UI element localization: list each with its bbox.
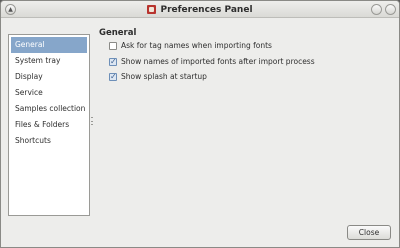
preferences-window: ▲ Preferences Panel General System tray … <box>0 0 400 248</box>
sidebar-item-shortcuts[interactable]: Shortcuts <box>11 133 87 149</box>
close-button[interactable]: Close <box>347 225 391 240</box>
app-icon <box>147 5 157 14</box>
category-list: General System tray Display Service Samp… <box>8 34 90 216</box>
grip-dot <box>91 124 93 125</box>
window-title: Preferences Panel <box>160 4 253 15</box>
minimize-button[interactable] <box>371 4 382 15</box>
title-bar: ▲ Preferences Panel <box>1 1 399 18</box>
sidebar-item-samples-collection[interactable]: Samples collection <box>11 101 87 117</box>
sidebar-item-system-tray[interactable]: System tray <box>11 53 87 69</box>
section-title: General <box>99 28 137 38</box>
sidebar-item-general[interactable]: General <box>11 37 87 53</box>
option-show-imported-names[interactable]: Show names of imported fonts after impor… <box>109 57 315 66</box>
maximize-button[interactable] <box>385 4 396 15</box>
checkbox[interactable] <box>109 57 117 66</box>
option-label: Show names of imported fonts after impor… <box>121 57 315 66</box>
checkbox[interactable] <box>109 72 117 81</box>
title-area: Preferences Panel <box>1 1 399 18</box>
checkbox[interactable] <box>109 41 117 50</box>
option-label: Show splash at startup <box>121 72 207 81</box>
grip-dot <box>91 120 93 122</box>
grip-dot <box>91 117 93 118</box>
sidebar-item-service[interactable]: Service <box>11 85 87 101</box>
option-label: Ask for tag names when importing fonts <box>121 41 272 50</box>
sidebar-item-files-folders[interactable]: Files & Folders <box>11 117 87 133</box>
option-show-splash[interactable]: Show splash at startup <box>109 72 207 81</box>
option-ask-tag-names[interactable]: Ask for tag names when importing fonts <box>109 41 272 50</box>
sidebar-item-display[interactable]: Display <box>11 69 87 85</box>
splitter-handle[interactable] <box>91 117 94 125</box>
